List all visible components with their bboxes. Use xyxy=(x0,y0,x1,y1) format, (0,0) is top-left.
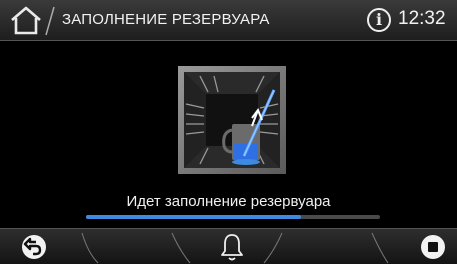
bell-icon[interactable] xyxy=(219,232,245,262)
refill-chamber-icon xyxy=(178,66,286,174)
clock: 12:32 xyxy=(398,8,446,29)
status-text: Идет заполнение резервуара xyxy=(126,193,331,210)
home-icon[interactable] xyxy=(8,4,44,36)
info-icon[interactable]: i xyxy=(367,8,391,32)
breadcrumb-separator xyxy=(45,6,55,36)
back-arrow-icon[interactable] xyxy=(20,233,48,261)
stop-icon[interactable] xyxy=(419,233,447,261)
progress-bar xyxy=(86,215,380,219)
top-bar: ЗАПОЛНЕНИЕ РЕЗЕРВУАРА i 12:32 xyxy=(0,0,457,41)
progress-fill xyxy=(86,215,301,219)
bottom-bar xyxy=(0,228,457,264)
page-title: ЗАПОЛНЕНИЕ РЕЗЕРВУАРА xyxy=(62,11,270,28)
